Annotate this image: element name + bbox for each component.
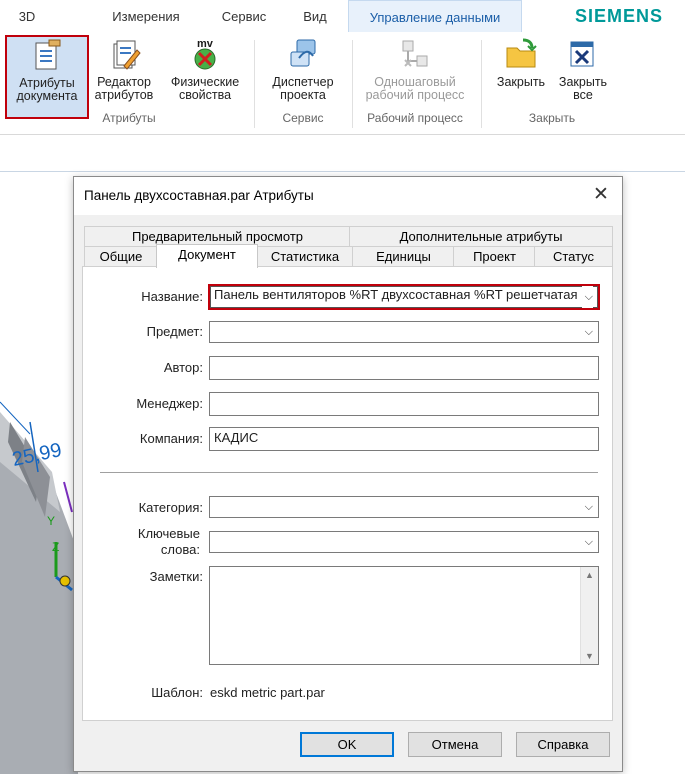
tab-general[interactable]: Общие (84, 246, 158, 267)
tab-statistics[interactable]: Статистика (256, 246, 354, 267)
attribute-editor-label-2: атрибутов (94, 88, 154, 102)
subject-combobox[interactable]: ⌵ (209, 321, 599, 343)
template-value: eskd metric part.par (210, 685, 325, 700)
group-label-service: Сервис (282, 111, 324, 125)
tab-measure[interactable]: Измерения (98, 0, 194, 32)
company-field[interactable]: КАДИС (209, 427, 599, 451)
manager-label: Менеджер: (136, 396, 203, 411)
close-all-icon (570, 41, 594, 67)
document-tab-panel: Название: Панель вентиляторов %RT двухсо… (82, 266, 613, 721)
dialog-title: Панель двухсоставная.par Атрибуты (84, 188, 314, 203)
category-label: Категория: (138, 500, 203, 515)
title-value: Панель вентиляторов %RT двухсоставная %R… (214, 287, 578, 302)
tab-3d-print[interactable]: 3D печать (0, 0, 54, 58)
chevron-down-icon[interactable]: ⌵ (585, 532, 593, 552)
project-manager-button[interactable]: Диспетчер проекта (262, 36, 344, 116)
doc-attributes-label-1: Атрибуты (19, 76, 75, 90)
document-attributes-icon (35, 39, 61, 70)
group-label-workflow: Рабочий процесс (367, 111, 463, 125)
chevron-down-icon[interactable]: ⌵ (585, 497, 593, 517)
scroll-down-icon[interactable]: ▼ (585, 651, 594, 661)
close-icon[interactable]: ✕ (590, 184, 612, 206)
notes-scrollbar[interactable]: ▲ ▼ (580, 567, 598, 664)
axis-z-label: Z (52, 540, 60, 554)
author-label: Автор: (163, 360, 203, 375)
tab-view[interactable]: Вид (293, 0, 337, 32)
ok-button[interactable]: OK (300, 732, 394, 757)
workflow-icon (402, 40, 428, 67)
brand-logo: SIEMENS (574, 6, 663, 26)
section-divider (100, 472, 598, 473)
physical-properties-label-1: Физические (170, 75, 240, 89)
keywords-combobox[interactable]: ⌵ (209, 531, 599, 553)
physical-properties-label-2: свойства (178, 88, 232, 102)
workflow-label-2: рабочий процесс (365, 88, 465, 102)
attribute-editor-icon (113, 40, 141, 70)
company-label: Компания: (139, 431, 203, 446)
close-all-label-1: Закрыть (558, 75, 608, 89)
tab-service[interactable]: Сервис (210, 0, 278, 32)
close-document-button[interactable]: Закрыть (490, 36, 552, 116)
group-label-close: Закрыть (528, 111, 576, 125)
ribbon-tab-bar: 3D печать Измерения Сервис Вид Управлени… (0, 0, 685, 58)
title-label: Название: (141, 289, 203, 304)
keywords-label: Ключевые слова: (83, 526, 200, 558)
tab-document[interactable]: Документ (156, 244, 258, 268)
attribute-editor-label-1: Редактор (97, 75, 151, 89)
single-step-workflow-button[interactable]: Одношаговый рабочий процесс (356, 36, 474, 116)
ribbon: Атрибуты документа Редактор атрибутов mv… (0, 32, 685, 135)
ribbon-separator (254, 40, 255, 128)
notes-label: Заметки: (149, 569, 203, 584)
attributes-dialog: Панель двухсоставная.par Атрибуты ✕ Пред… (73, 176, 623, 772)
chevron-down-icon[interactable]: ⌵ (585, 322, 593, 342)
company-value: КАДИС (214, 430, 259, 445)
ribbon-separator (352, 40, 353, 128)
chevron-down-icon[interactable]: ⌵ (581, 286, 593, 308)
project-manager-icon (290, 39, 316, 67)
category-combobox[interactable]: ⌵ (209, 496, 599, 518)
doc-attributes-label-2: документа (16, 89, 78, 103)
tab-data-management[interactable]: Управление данными (348, 0, 522, 33)
keywords-label-line-1: Ключевые (137, 526, 200, 541)
subject-label: Предмет: (146, 324, 203, 339)
attribute-editor-button[interactable]: Редактор атрибутов (90, 36, 158, 116)
help-button[interactable]: Справка (516, 732, 610, 757)
title-combobox[interactable]: Панель вентиляторов %RT двухсоставная %R… (208, 284, 600, 310)
doc-attributes-button[interactable]: Атрибуты документа (5, 35, 89, 119)
keywords-label-line-2: слова: (160, 542, 200, 557)
project-manager-label-1: Диспетчер (272, 75, 334, 89)
close-all-button[interactable]: Закрыть все (552, 36, 614, 116)
project-manager-label-2: проекта (280, 88, 326, 102)
tab-units[interactable]: Единицы (352, 246, 455, 267)
physical-properties-button[interactable]: mv Физические свойства (162, 36, 248, 116)
ribbon-separator (481, 40, 482, 128)
workflow-label-1: Одношаговый (374, 75, 456, 89)
dialog-title-bar: Панель двухсоставная.par Атрибуты ✕ (74, 177, 622, 215)
folder-close-icon (506, 38, 537, 68)
physical-properties-icon: mv (194, 38, 216, 70)
mv-badge: mv (197, 38, 214, 50)
scroll-up-icon[interactable]: ▲ (585, 570, 594, 580)
tab-project[interactable]: Проект (453, 246, 536, 267)
author-field[interactable] (209, 356, 599, 380)
command-bar (0, 135, 685, 172)
axis-y-label: Y (47, 514, 56, 528)
close-document-label: Закрыть (496, 75, 546, 89)
tab-additional-attributes[interactable]: Дополнительные атрибуты (349, 226, 613, 247)
manager-field[interactable] (209, 392, 599, 416)
template-label: Шаблон: (151, 685, 203, 700)
tab-status[interactable]: Статус (534, 246, 613, 267)
close-all-label-2: все (573, 88, 593, 102)
group-label-attributes: Атрибуты (102, 111, 156, 125)
cancel-button[interactable]: Отмена (408, 732, 502, 757)
notes-textarea[interactable]: ▲ ▼ (209, 566, 599, 665)
